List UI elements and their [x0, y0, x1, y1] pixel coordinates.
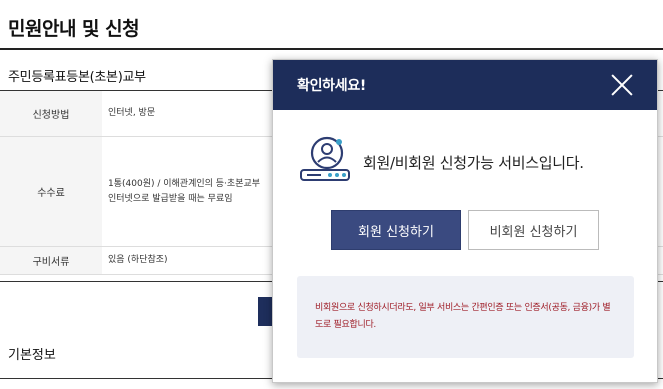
- notice-text: 비회원으로 신청하시더라도, 일부 서비스는 간편인증 또는 인증서(공동, 금…: [315, 303, 611, 330]
- basic-info-title: 기본정보: [8, 348, 56, 363]
- notice-box: 비회원으로 신청하시더라도, 일부 서비스는 간편인증 또는 인증서(공동, 금…: [297, 276, 634, 358]
- title-divider: [0, 48, 663, 50]
- message-area: 회원/비회원 신청가능 서비스입니다.: [299, 136, 584, 188]
- row-label-method: 신청방법: [0, 91, 102, 136]
- guest-apply-button[interactable]: 비회원 신청하기: [468, 210, 599, 250]
- user-key-icon: [300, 136, 350, 181]
- page-title: 민원안내 및 신청: [8, 18, 140, 40]
- section-title: 주민등록표등본(초본)교부: [8, 70, 146, 85]
- close-icon[interactable]: [611, 74, 633, 96]
- row-label-fee: 수수료: [0, 137, 102, 246]
- apply-button[interactable]: [258, 297, 272, 326]
- modal-message: 회원/비회원 신청가능 서비스입니다.: [363, 153, 584, 172]
- modal-header: 확인하세요!: [273, 60, 657, 110]
- modal-title: 확인하세요!: [297, 78, 366, 94]
- confirm-modal: 확인하세요! 회원/비회원 신청가능 서비스입니다. 회원 신청하기 비회원 신…: [272, 59, 658, 383]
- row-label-documents: 구비서류: [0, 247, 102, 274]
- member-apply-button[interactable]: 회원 신청하기: [331, 210, 461, 250]
